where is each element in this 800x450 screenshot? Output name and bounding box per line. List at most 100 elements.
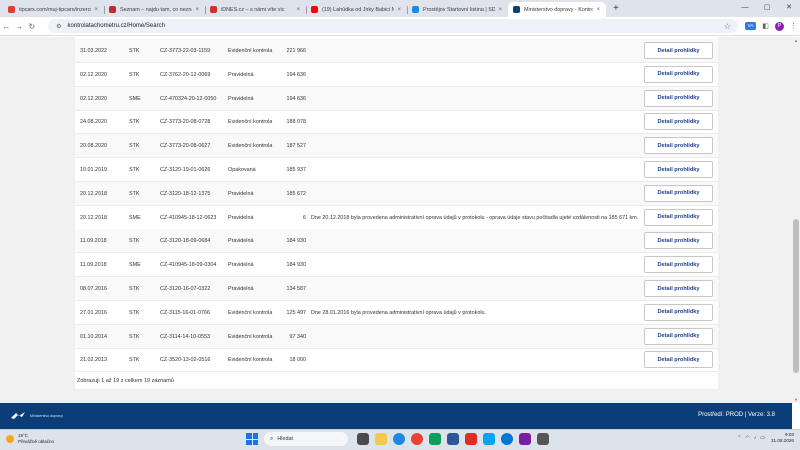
cell-inspection-kind: Evidenční kontrola bbox=[228, 333, 273, 340]
tab-close-icon[interactable]: × bbox=[94, 7, 98, 13]
app-icon-purple[interactable] bbox=[519, 433, 531, 445]
close-window-icon[interactable]: ✕ bbox=[778, 0, 800, 15]
taskbar-search[interactable]: ⌕ Hledat bbox=[264, 432, 348, 446]
detail-inspection-button[interactable]: Detail prohlídky bbox=[644, 351, 713, 369]
cell-date: 20.12.2018 bbox=[80, 190, 107, 197]
tab-favicon-icon bbox=[8, 6, 15, 13]
app-icon-green[interactable] bbox=[429, 433, 441, 445]
bookmark-star-icon[interactable]: ☆ bbox=[724, 22, 731, 31]
scroll-up-icon[interactable]: ▲ bbox=[792, 38, 800, 43]
tab-close-icon[interactable]: × bbox=[296, 7, 300, 13]
wifi-icon[interactable]: ◠ bbox=[745, 435, 749, 441]
tab-close-icon[interactable]: × bbox=[596, 7, 600, 13]
taskbar-search-label: Hledat bbox=[277, 436, 293, 442]
cell-note bbox=[311, 182, 641, 206]
browser-tab[interactable]: tipcars.com/muj-tipcars/inzerce × bbox=[3, 2, 104, 17]
table-row: 21.02.2013 STK CZ-3520-13-02-0516 Evidenční… bbox=[75, 348, 718, 373]
volume-icon[interactable]: ♪ bbox=[754, 435, 757, 441]
cell-note: Dne 28.01.2016 byla provedena administra… bbox=[311, 309, 487, 316]
detail-inspection-button[interactable]: Detail prohlídky bbox=[644, 137, 713, 155]
cell-protocol-number: CZ-3120-18-12-1375 bbox=[160, 190, 211, 197]
edge-icon[interactable] bbox=[393, 433, 405, 445]
ministry-logo[interactable]: Ministerstvo dopravy bbox=[10, 411, 63, 420]
system-clock[interactable]: 9:03 31.08.2026 bbox=[771, 432, 794, 444]
detail-inspection-button[interactable]: Detail prohlídky bbox=[644, 280, 713, 297]
extensions-puzzle-icon[interactable]: ◧ bbox=[759, 22, 772, 30]
detail-inspection-button[interactable]: Detail prohlídky bbox=[644, 113, 713, 131]
cell-inspection-kind: Pravidelná bbox=[228, 214, 254, 221]
detail-inspection-button[interactable]: Detail prohlídky bbox=[644, 65, 713, 83]
chrome-icon[interactable] bbox=[411, 433, 423, 445]
detail-inspection-button[interactable]: Detail prohlídky bbox=[644, 161, 713, 178]
reload-icon[interactable]: ↻ bbox=[25, 22, 38, 31]
cell-inspection-kind: Evidenční kontrola bbox=[228, 357, 273, 364]
minimize-icon[interactable]: — bbox=[734, 0, 756, 15]
forward-arrow-icon[interactable]: → bbox=[13, 22, 26, 31]
detail-inspection-button[interactable]: Detail prohlídky bbox=[644, 42, 713, 59]
back-arrow-icon[interactable]: ← bbox=[0, 22, 13, 31]
new-tab-button[interactable]: + bbox=[606, 2, 626, 17]
cell-date: 11.09.2018 bbox=[80, 238, 107, 245]
cell-station-type: STK bbox=[129, 143, 140, 150]
app-icon-dark[interactable] bbox=[537, 433, 549, 445]
cell-date: 20.12.2018 bbox=[80, 214, 107, 221]
scrollbar-thumb[interactable] bbox=[793, 219, 799, 373]
weather-text: Převážně oblačno bbox=[18, 439, 55, 444]
task-view-icon[interactable] bbox=[357, 433, 369, 445]
detail-inspection-button[interactable]: Detail prohlídky bbox=[644, 256, 713, 274]
profile-avatar[interactable]: P bbox=[775, 21, 784, 31]
detail-inspection-button[interactable]: Detail prohlídky bbox=[644, 327, 713, 345]
menu-dots-icon[interactable]: ⋮ bbox=[787, 22, 800, 30]
cell-odometer: 194 636 bbox=[286, 71, 307, 78]
cell-inspection-kind: Evidenční kontrola bbox=[228, 48, 273, 54]
battery-icon[interactable]: ▭ bbox=[760, 435, 765, 441]
table-row: 27.01.2016 STK CZ-3115-16-01-0766 Evidenční… bbox=[75, 301, 718, 325]
cell-inspection-kind: Pravidelná bbox=[228, 262, 254, 269]
detail-inspection-button[interactable]: Detail prohlídky bbox=[644, 232, 713, 250]
detail-inspection-button[interactable]: Detail prohlídky bbox=[644, 184, 713, 202]
app-icon-circle[interactable] bbox=[501, 433, 513, 445]
page-scrollbar[interactable]: ▲ ▼ bbox=[792, 37, 800, 403]
file-explorer-icon[interactable] bbox=[375, 433, 387, 445]
browser-tab[interactable]: iDNES.cz – s námi víte víc × bbox=[205, 2, 306, 17]
detail-inspection-button[interactable]: Detail prohlídky bbox=[644, 208, 713, 226]
store-icon[interactable] bbox=[483, 433, 495, 445]
tab-favicon-icon bbox=[513, 6, 520, 13]
maximize-icon[interactable]: ▢ bbox=[756, 0, 778, 15]
table-row: 31.03.2022 STK CZ-3773-22-03-1159 Evidenční… bbox=[75, 39, 718, 63]
site-info-icon[interactable]: ⚙ bbox=[56, 23, 61, 30]
windows-start-icon[interactable] bbox=[246, 433, 258, 445]
app-icon-blue[interactable] bbox=[447, 433, 459, 445]
cell-station-type: STK bbox=[129, 286, 140, 292]
cell-note: Dne 20.12.2018 byla provedena administra… bbox=[311, 214, 639, 221]
browser-toolbar: ← → ↻ ⚙ kontrolatachometru.cz/Home/Searc… bbox=[0, 17, 800, 36]
cell-date: 27.01.2016 bbox=[80, 309, 107, 316]
app-icon-red[interactable] bbox=[465, 433, 477, 445]
detail-inspection-button[interactable]: Detail prohlídky bbox=[644, 303, 713, 321]
search-icon: ⌕ bbox=[270, 435, 274, 442]
scroll-down-icon[interactable]: ▼ bbox=[792, 397, 800, 402]
chevron-up-icon[interactable]: ⌃ bbox=[737, 435, 741, 441]
detail-inspection-button[interactable]: Detail prohlídky bbox=[644, 89, 713, 107]
cell-odometer: 125 497 bbox=[286, 309, 307, 316]
tab-close-icon[interactable]: × bbox=[397, 7, 401, 13]
tab-title: Ministerstvo dopravy - Kontrola… bbox=[524, 6, 594, 13]
tab-favicon-icon bbox=[311, 6, 318, 13]
cell-odometer: 18 000 bbox=[289, 357, 307, 364]
browser-tab[interactable]: (19) Lahůdka od Jirky Babici No…× bbox=[306, 2, 407, 17]
cell-note bbox=[311, 277, 641, 301]
table-row: 08.07.2016 STK CZ-3120-16-07-0322 Pravideln… bbox=[75, 277, 718, 301]
browser-tab[interactable]: Prostějov Startovní listina | SDH…× bbox=[407, 2, 508, 17]
browser-tab[interactable]: Ministerstvo dopravy - Kontrola…× bbox=[508, 2, 606, 17]
tab-close-icon[interactable]: × bbox=[195, 7, 199, 13]
cell-date: 31.03.2022 bbox=[80, 48, 107, 54]
browser-tab[interactable]: Seznam – najdu tam, co neznám × bbox=[104, 2, 205, 17]
extension-icon[interactable]: VA bbox=[745, 22, 756, 30]
address-bar[interactable]: ⚙ kontrolatachometru.cz/Home/Search ☆ bbox=[48, 19, 738, 33]
tab-close-icon[interactable]: × bbox=[498, 7, 502, 13]
ministry-logo-icon bbox=[11, 412, 25, 419]
table-summary: Zobrazuji 1 až 19 z celkem 19 záznamů bbox=[77, 378, 174, 384]
cell-date: 24.08.2020 bbox=[80, 119, 107, 126]
weather-widget[interactable]: 19°C Převážně oblačno bbox=[6, 433, 54, 445]
cell-odometer: 6 bbox=[303, 214, 306, 221]
